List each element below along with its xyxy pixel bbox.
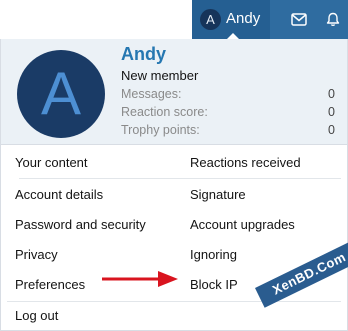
menu-account-details[interactable]: Account details bbox=[15, 187, 103, 203]
alerts-button[interactable] bbox=[314, 0, 348, 39]
menu-account-upgrades[interactable]: Account upgrades bbox=[190, 217, 295, 233]
user-title: New member bbox=[121, 68, 199, 83]
profile-avatar[interactable]: A bbox=[17, 50, 105, 138]
stat-label: Messages: bbox=[121, 87, 182, 101]
red-arrow-annotation bbox=[102, 271, 178, 287]
menu-ignoring[interactable]: Ignoring bbox=[190, 247, 237, 263]
profile-card: A Andy New member Messages: 0 Reaction s… bbox=[1, 39, 347, 145]
top-nav-bar: A Andy bbox=[0, 0, 348, 39]
menu-privacy[interactable]: Privacy bbox=[15, 247, 58, 263]
menu-preferences[interactable]: Preferences bbox=[15, 277, 85, 293]
inbox-button[interactable] bbox=[280, 0, 318, 39]
divider bbox=[19, 178, 341, 179]
menu-password-security[interactable]: Password and security bbox=[15, 217, 146, 233]
menu-block-ip[interactable]: Block IP bbox=[190, 277, 238, 293]
menu-your-content[interactable]: Your content bbox=[15, 155, 88, 171]
stat-value: 0 bbox=[328, 87, 335, 101]
avatar: A bbox=[200, 9, 221, 30]
divider bbox=[7, 301, 341, 302]
envelope-icon bbox=[291, 13, 307, 26]
stat-trophy-points: Trophy points: 0 bbox=[121, 123, 335, 137]
menu-reactions-received[interactable]: Reactions received bbox=[190, 155, 301, 171]
account-username: Andy bbox=[226, 10, 261, 27]
logout-link[interactable]: Log out bbox=[15, 308, 58, 323]
bell-icon bbox=[326, 12, 340, 27]
stat-reaction-score: Reaction score: 0 bbox=[121, 105, 335, 119]
stat-label: Trophy points: bbox=[121, 123, 200, 137]
stat-value: 0 bbox=[328, 105, 335, 119]
menu-signature[interactable]: Signature bbox=[190, 187, 246, 203]
stat-messages: Messages: 0 bbox=[121, 87, 335, 101]
stat-label: Reaction score: bbox=[121, 105, 208, 119]
profile-name[interactable]: Andy bbox=[121, 44, 166, 65]
stat-value: 0 bbox=[328, 123, 335, 137]
